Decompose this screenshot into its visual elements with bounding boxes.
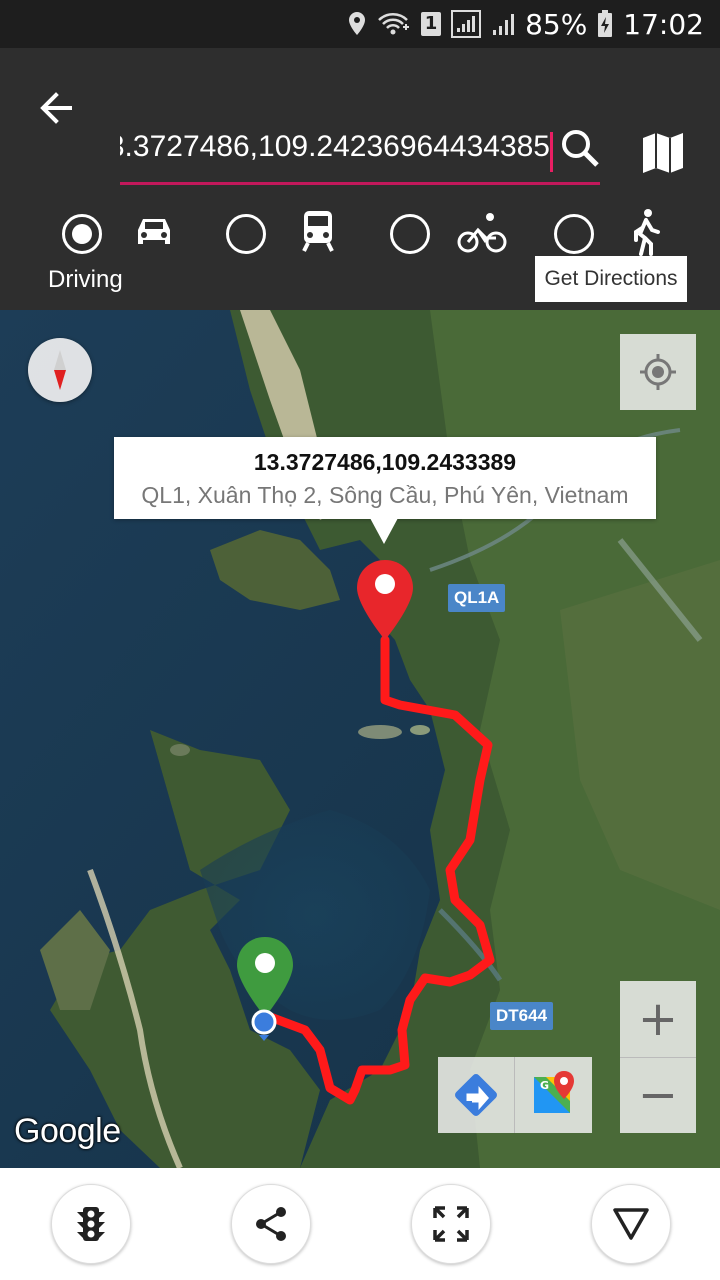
map-icon[interactable] bbox=[640, 130, 686, 176]
fullscreen-icon bbox=[433, 1206, 469, 1242]
app-bar: 13.3727486,109.24236964434385 Driving Ge… bbox=[0, 48, 720, 310]
walking-icon bbox=[634, 209, 660, 256]
popup-coordinates: 13.3727486,109.2433389 bbox=[253, 449, 517, 475]
car-icon bbox=[138, 219, 170, 244]
get-directions-button[interactable]: Get Directions bbox=[535, 256, 687, 302]
info-window-pointer bbox=[370, 518, 398, 544]
destination-marker-icon[interactable] bbox=[355, 558, 415, 644]
radio-transit[interactable] bbox=[226, 214, 266, 254]
battery-charging-icon bbox=[598, 10, 613, 37]
radio-walking[interactable] bbox=[554, 214, 594, 254]
open-google-maps-button[interactable]: G bbox=[516, 1057, 592, 1133]
arrow-back-icon[interactable] bbox=[30, 82, 82, 134]
text-caret bbox=[550, 132, 553, 172]
search-input[interactable]: 13.3727486,109.24236964434385 bbox=[120, 130, 550, 176]
current-location-icon bbox=[251, 1009, 277, 1041]
compass-icon bbox=[54, 350, 66, 390]
status-bar: 1 85% 17:02 bbox=[0, 0, 720, 48]
search-field[interactable]: 13.3727486,109.24236964434385 bbox=[120, 126, 600, 185]
directions-button[interactable] bbox=[438, 1057, 515, 1133]
selected-mode-label: Driving bbox=[48, 266, 123, 293]
mode-transit[interactable] bbox=[226, 208, 366, 268]
zoom-out-button[interactable]: − bbox=[620, 1057, 696, 1133]
google-maps-icon: G bbox=[534, 1071, 574, 1113]
fullscreen-button[interactable] bbox=[411, 1184, 491, 1264]
popup-address: QL1, Xuân Thọ 2, Sông Cầu, Phú Yên, Viet… bbox=[141, 482, 629, 508]
bicycle-icon bbox=[457, 213, 507, 253]
zoom-in-button[interactable]: + bbox=[620, 981, 696, 1058]
signal-icon bbox=[451, 10, 482, 38]
radio-bicycling[interactable] bbox=[390, 214, 430, 254]
traffic-button[interactable] bbox=[51, 1184, 131, 1264]
share-icon bbox=[256, 1207, 286, 1241]
collapse-button[interactable] bbox=[591, 1184, 671, 1264]
road-label-dt644: DT644 bbox=[490, 1002, 554, 1030]
radio-driving[interactable] bbox=[62, 214, 102, 254]
location-info-window[interactable]: 13.3727486,109.2433389 QL1, Xuân Thọ 2, … bbox=[114, 437, 656, 519]
my-location-button[interactable] bbox=[620, 334, 696, 410]
traffic-icon bbox=[77, 1207, 105, 1241]
google-watermark: Google bbox=[14, 1112, 121, 1150]
clock: 17:02 bbox=[623, 7, 704, 41]
share-button[interactable] bbox=[231, 1184, 311, 1264]
wifi-calling-icon bbox=[378, 13, 410, 35]
my-location-icon bbox=[640, 354, 676, 390]
mode-driving[interactable] bbox=[62, 208, 202, 268]
road-label-ql1a: QL1A bbox=[448, 584, 506, 612]
compass-button[interactable] bbox=[28, 338, 92, 402]
directions-icon bbox=[455, 1074, 497, 1116]
battery-percent: 85% bbox=[525, 7, 588, 41]
map-toolbar: G bbox=[438, 1057, 592, 1133]
triangle-down-icon bbox=[613, 1208, 649, 1240]
zoom-controls: + − bbox=[620, 981, 696, 1133]
search-icon[interactable] bbox=[556, 124, 606, 174]
sim-icon: 1 bbox=[421, 12, 442, 36]
signal-2-icon bbox=[493, 14, 515, 35]
bottom-action-bar bbox=[0, 1168, 720, 1280]
mode-bicycling[interactable] bbox=[390, 208, 530, 268]
train-icon bbox=[302, 211, 334, 252]
location-icon bbox=[349, 12, 366, 35]
svg-text:G: G bbox=[540, 1079, 549, 1092]
